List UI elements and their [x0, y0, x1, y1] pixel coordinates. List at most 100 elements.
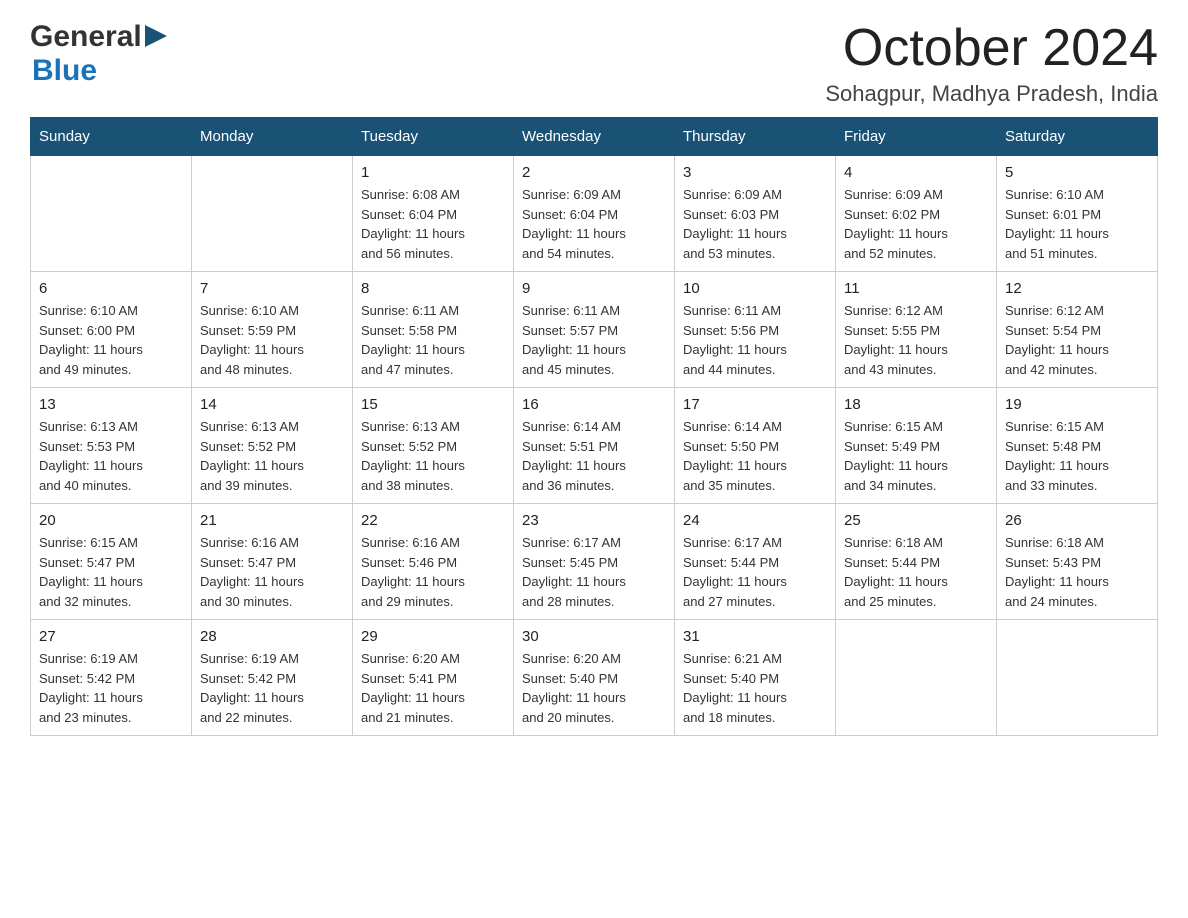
- day-info: Sunrise: 6:09 AM Sunset: 6:02 PM Dayligh…: [844, 185, 988, 263]
- day-info: Sunrise: 6:14 AM Sunset: 5:51 PM Dayligh…: [522, 417, 666, 495]
- table-row: 21 Sunrise: 6:16 AM Sunset: 5:47 PM Dayli…: [192, 504, 353, 620]
- table-row: 27 Sunrise: 6:19 AM Sunset: 5:42 PM Dayli…: [31, 620, 192, 736]
- day-number: 11: [844, 280, 988, 297]
- day-number: 20: [39, 512, 183, 529]
- day-info: Sunrise: 6:12 AM Sunset: 5:55 PM Dayligh…: [844, 301, 988, 379]
- col-thursday: Thursday: [675, 118, 836, 156]
- table-row: 29 Sunrise: 6:20 AM Sunset: 5:41 PM Dayli…: [353, 620, 514, 736]
- table-row: 6 Sunrise: 6:10 AM Sunset: 6:00 PM Daylig…: [31, 272, 192, 388]
- day-info: Sunrise: 6:13 AM Sunset: 5:53 PM Dayligh…: [39, 417, 183, 495]
- day-number: 26: [1005, 512, 1149, 529]
- table-row: 23 Sunrise: 6:17 AM Sunset: 5:45 PM Dayli…: [514, 504, 675, 620]
- month-title: October 2024: [825, 20, 1158, 77]
- day-info: Sunrise: 6:14 AM Sunset: 5:50 PM Dayligh…: [683, 417, 827, 495]
- day-number: 9: [522, 280, 666, 297]
- day-number: 19: [1005, 396, 1149, 413]
- table-row: 9 Sunrise: 6:11 AM Sunset: 5:57 PM Daylig…: [514, 272, 675, 388]
- col-friday: Friday: [836, 118, 997, 156]
- day-info: Sunrise: 6:15 AM Sunset: 5:48 PM Dayligh…: [1005, 417, 1149, 495]
- calendar-row: 13 Sunrise: 6:13 AM Sunset: 5:53 PM Dayli…: [31, 388, 1158, 504]
- table-row: 18 Sunrise: 6:15 AM Sunset: 5:49 PM Dayli…: [836, 388, 997, 504]
- day-number: 23: [522, 512, 666, 529]
- day-number: 12: [1005, 280, 1149, 297]
- day-info: Sunrise: 6:20 AM Sunset: 5:41 PM Dayligh…: [361, 649, 505, 727]
- table-row: 13 Sunrise: 6:13 AM Sunset: 5:53 PM Dayli…: [31, 388, 192, 504]
- day-number: 29: [361, 628, 505, 645]
- day-number: 13: [39, 396, 183, 413]
- table-row: 12 Sunrise: 6:12 AM Sunset: 5:54 PM Dayli…: [997, 272, 1158, 388]
- day-info: Sunrise: 6:16 AM Sunset: 5:47 PM Dayligh…: [200, 533, 344, 611]
- header: General Blue October 2024 Sohagpur, Madh…: [30, 20, 1158, 107]
- day-number: 17: [683, 396, 827, 413]
- logo-triangle-icon: [145, 25, 167, 47]
- day-number: 5: [1005, 164, 1149, 181]
- calendar-row: 20Sunrise: 6:15 AM Sunset: 5:47 PM Dayli…: [31, 504, 1158, 620]
- table-row: 17 Sunrise: 6:14 AM Sunset: 5:50 PM Dayli…: [675, 388, 836, 504]
- table-row: [836, 620, 997, 736]
- table-row: 10Sunrise: 6:11 AM Sunset: 5:56 PM Dayli…: [675, 272, 836, 388]
- table-row: [31, 156, 192, 272]
- table-row: 31Sunrise: 6:21 AM Sunset: 5:40 PM Dayli…: [675, 620, 836, 736]
- table-row: 7 Sunrise: 6:10 AM Sunset: 5:59 PM Daylig…: [192, 272, 353, 388]
- day-info: Sunrise: 6:10 AM Sunset: 6:00 PM Dayligh…: [39, 301, 183, 379]
- day-info: Sunrise: 6:11 AM Sunset: 5:58 PM Dayligh…: [361, 301, 505, 379]
- table-row: 20Sunrise: 6:15 AM Sunset: 5:47 PM Dayli…: [31, 504, 192, 620]
- table-row: 25Sunrise: 6:18 AM Sunset: 5:44 PM Dayli…: [836, 504, 997, 620]
- col-wednesday: Wednesday: [514, 118, 675, 156]
- day-number: 24: [683, 512, 827, 529]
- day-number: 2: [522, 164, 666, 181]
- day-number: 25: [844, 512, 988, 529]
- calendar-row: 27 Sunrise: 6:19 AM Sunset: 5:42 PM Dayli…: [31, 620, 1158, 736]
- day-info: Sunrise: 6:21 AM Sunset: 5:40 PM Dayligh…: [683, 649, 827, 727]
- logo-general-text: General: [30, 20, 142, 54]
- day-info: Sunrise: 6:11 AM Sunset: 5:57 PM Dayligh…: [522, 301, 666, 379]
- day-info: Sunrise: 6:10 AM Sunset: 6:01 PM Dayligh…: [1005, 185, 1149, 263]
- table-row: 30 Sunrise: 6:20 AM Sunset: 5:40 PM Dayli…: [514, 620, 675, 736]
- day-number: 18: [844, 396, 988, 413]
- day-info: Sunrise: 6:15 AM Sunset: 5:49 PM Dayligh…: [844, 417, 988, 495]
- col-saturday: Saturday: [997, 118, 1158, 156]
- day-number: 21: [200, 512, 344, 529]
- day-number: 7: [200, 280, 344, 297]
- calendar-table: Sunday Monday Tuesday Wednesday Thursday…: [30, 117, 1158, 736]
- day-number: 3: [683, 164, 827, 181]
- table-row: 8 Sunrise: 6:11 AM Sunset: 5:58 PM Daylig…: [353, 272, 514, 388]
- day-info: Sunrise: 6:13 AM Sunset: 5:52 PM Dayligh…: [361, 417, 505, 495]
- day-number: 27: [39, 628, 183, 645]
- title-area: October 2024 Sohagpur, Madhya Pradesh, I…: [825, 20, 1158, 107]
- day-number: 8: [361, 280, 505, 297]
- table-row: 14Sunrise: 6:13 AM Sunset: 5:52 PM Dayli…: [192, 388, 353, 504]
- day-number: 22: [361, 512, 505, 529]
- day-number: 16: [522, 396, 666, 413]
- day-number: 30: [522, 628, 666, 645]
- table-row: 24 Sunrise: 6:17 AM Sunset: 5:44 PM Dayli…: [675, 504, 836, 620]
- col-tuesday: Tuesday: [353, 118, 514, 156]
- logo: General Blue: [30, 20, 167, 88]
- day-number: 15: [361, 396, 505, 413]
- table-row: [192, 156, 353, 272]
- day-info: Sunrise: 6:12 AM Sunset: 5:54 PM Dayligh…: [1005, 301, 1149, 379]
- day-info: Sunrise: 6:09 AM Sunset: 6:04 PM Dayligh…: [522, 185, 666, 263]
- table-row: 26Sunrise: 6:18 AM Sunset: 5:43 PM Dayli…: [997, 504, 1158, 620]
- calendar-row: 6 Sunrise: 6:10 AM Sunset: 6:00 PM Daylig…: [31, 272, 1158, 388]
- day-info: Sunrise: 6:20 AM Sunset: 5:40 PM Dayligh…: [522, 649, 666, 727]
- day-info: Sunrise: 6:08 AM Sunset: 6:04 PM Dayligh…: [361, 185, 505, 263]
- calendar-row: 1 Sunrise: 6:08 AM Sunset: 6:04 PM Daylig…: [31, 156, 1158, 272]
- logo-blue-text: Blue: [32, 54, 97, 87]
- day-number: 28: [200, 628, 344, 645]
- day-info: Sunrise: 6:17 AM Sunset: 5:45 PM Dayligh…: [522, 533, 666, 611]
- day-info: Sunrise: 6:13 AM Sunset: 5:52 PM Dayligh…: [200, 417, 344, 495]
- day-info: Sunrise: 6:19 AM Sunset: 5:42 PM Dayligh…: [39, 649, 183, 727]
- table-row: 16 Sunrise: 6:14 AM Sunset: 5:51 PM Dayli…: [514, 388, 675, 504]
- col-sunday: Sunday: [31, 118, 192, 156]
- col-monday: Monday: [192, 118, 353, 156]
- day-number: 1: [361, 164, 505, 181]
- day-info: Sunrise: 6:17 AM Sunset: 5:44 PM Dayligh…: [683, 533, 827, 611]
- day-info: Sunrise: 6:10 AM Sunset: 5:59 PM Dayligh…: [200, 301, 344, 379]
- table-row: 11 Sunrise: 6:12 AM Sunset: 5:55 PM Dayli…: [836, 272, 997, 388]
- day-number: 10: [683, 280, 827, 297]
- table-row: [997, 620, 1158, 736]
- table-row: 15 Sunrise: 6:13 AM Sunset: 5:52 PM Dayli…: [353, 388, 514, 504]
- table-row: 19 Sunrise: 6:15 AM Sunset: 5:48 PM Dayli…: [997, 388, 1158, 504]
- day-number: 6: [39, 280, 183, 297]
